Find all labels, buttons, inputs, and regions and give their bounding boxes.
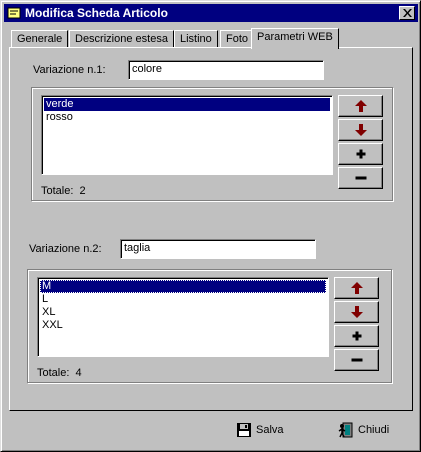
variation1-total-label: Totale: 2 — [41, 185, 86, 197]
tab-listino[interactable]: Listino — [174, 30, 218, 48]
save-button[interactable]: Salva — [236, 419, 296, 441]
variation1-name-input[interactable]: colore — [128, 60, 324, 80]
floppy-disk-icon — [237, 423, 251, 437]
variation2-remove-button[interactable] — [334, 349, 379, 371]
variation2-move-up-button[interactable] — [334, 277, 379, 299]
close-button[interactable]: Chiudi — [338, 419, 398, 441]
arrow-down-icon — [350, 306, 363, 318]
list-item[interactable]: XL — [40, 306, 326, 319]
exit-door-icon — [338, 422, 353, 438]
dialog-window: Modifica Scheda Articolo Generale Descri… — [0, 0, 421, 452]
minus-icon — [351, 358, 362, 362]
title-bar[interactable]: Modifica Scheda Articolo — [4, 4, 418, 22]
close-icon — [403, 9, 412, 17]
close-window-button[interactable] — [399, 6, 415, 20]
variation1-move-up-button[interactable] — [338, 95, 383, 117]
tab-parametri-web[interactable]: Parametri WEB — [251, 28, 339, 49]
variation2-add-button[interactable] — [334, 325, 379, 347]
list-item[interactable]: XXL — [40, 319, 326, 332]
app-icon — [7, 7, 21, 19]
close-button-label: Chiudi — [358, 424, 390, 436]
variation2-name-input[interactable]: taglia — [120, 239, 316, 259]
plus-icon — [352, 331, 361, 341]
list-item[interactable]: verde — [44, 98, 330, 111]
tab-descrizione-estesa[interactable]: Descrizione estesa — [69, 30, 174, 48]
window-title: Modifica Scheda Articolo — [25, 6, 168, 20]
variation1-total-count: 2 — [79, 185, 86, 197]
arrow-down-icon — [354, 124, 367, 136]
list-item[interactable]: M — [40, 280, 326, 293]
variation1-add-button[interactable] — [338, 143, 383, 165]
variation2-label: Variazione n.2: — [29, 243, 102, 255]
variation1-values-list[interactable]: verde rosso — [41, 95, 333, 175]
variation2-total-label: Totale: 4 — [37, 367, 82, 379]
list-item[interactable]: L — [40, 293, 326, 306]
variation1-remove-button[interactable] — [338, 167, 383, 189]
minus-icon — [355, 176, 366, 180]
arrow-up-icon — [354, 100, 367, 112]
variation2-total-count: 4 — [75, 367, 82, 379]
variation1-move-down-button[interactable] — [338, 119, 383, 141]
tab-foto[interactable]: Foto — [220, 30, 255, 48]
variation2-move-down-button[interactable] — [334, 301, 379, 323]
tab-generale[interactable]: Generale — [11, 30, 69, 48]
variation2-group: M L XL XXL Totale: 4 — [27, 269, 392, 383]
variation2-values-list[interactable]: M L XL XXL — [37, 277, 329, 357]
parametri-web-panel: Variazione n.1: colore verde rosso Total… — [9, 47, 413, 411]
list-item[interactable]: rosso — [44, 111, 330, 124]
save-button-label: Salva — [256, 424, 284, 436]
variation1-group: verde rosso Totale: 2 — [31, 87, 393, 201]
plus-icon — [356, 149, 365, 159]
arrow-up-icon — [350, 282, 363, 294]
variation1-label: Variazione n.1: — [33, 64, 106, 76]
